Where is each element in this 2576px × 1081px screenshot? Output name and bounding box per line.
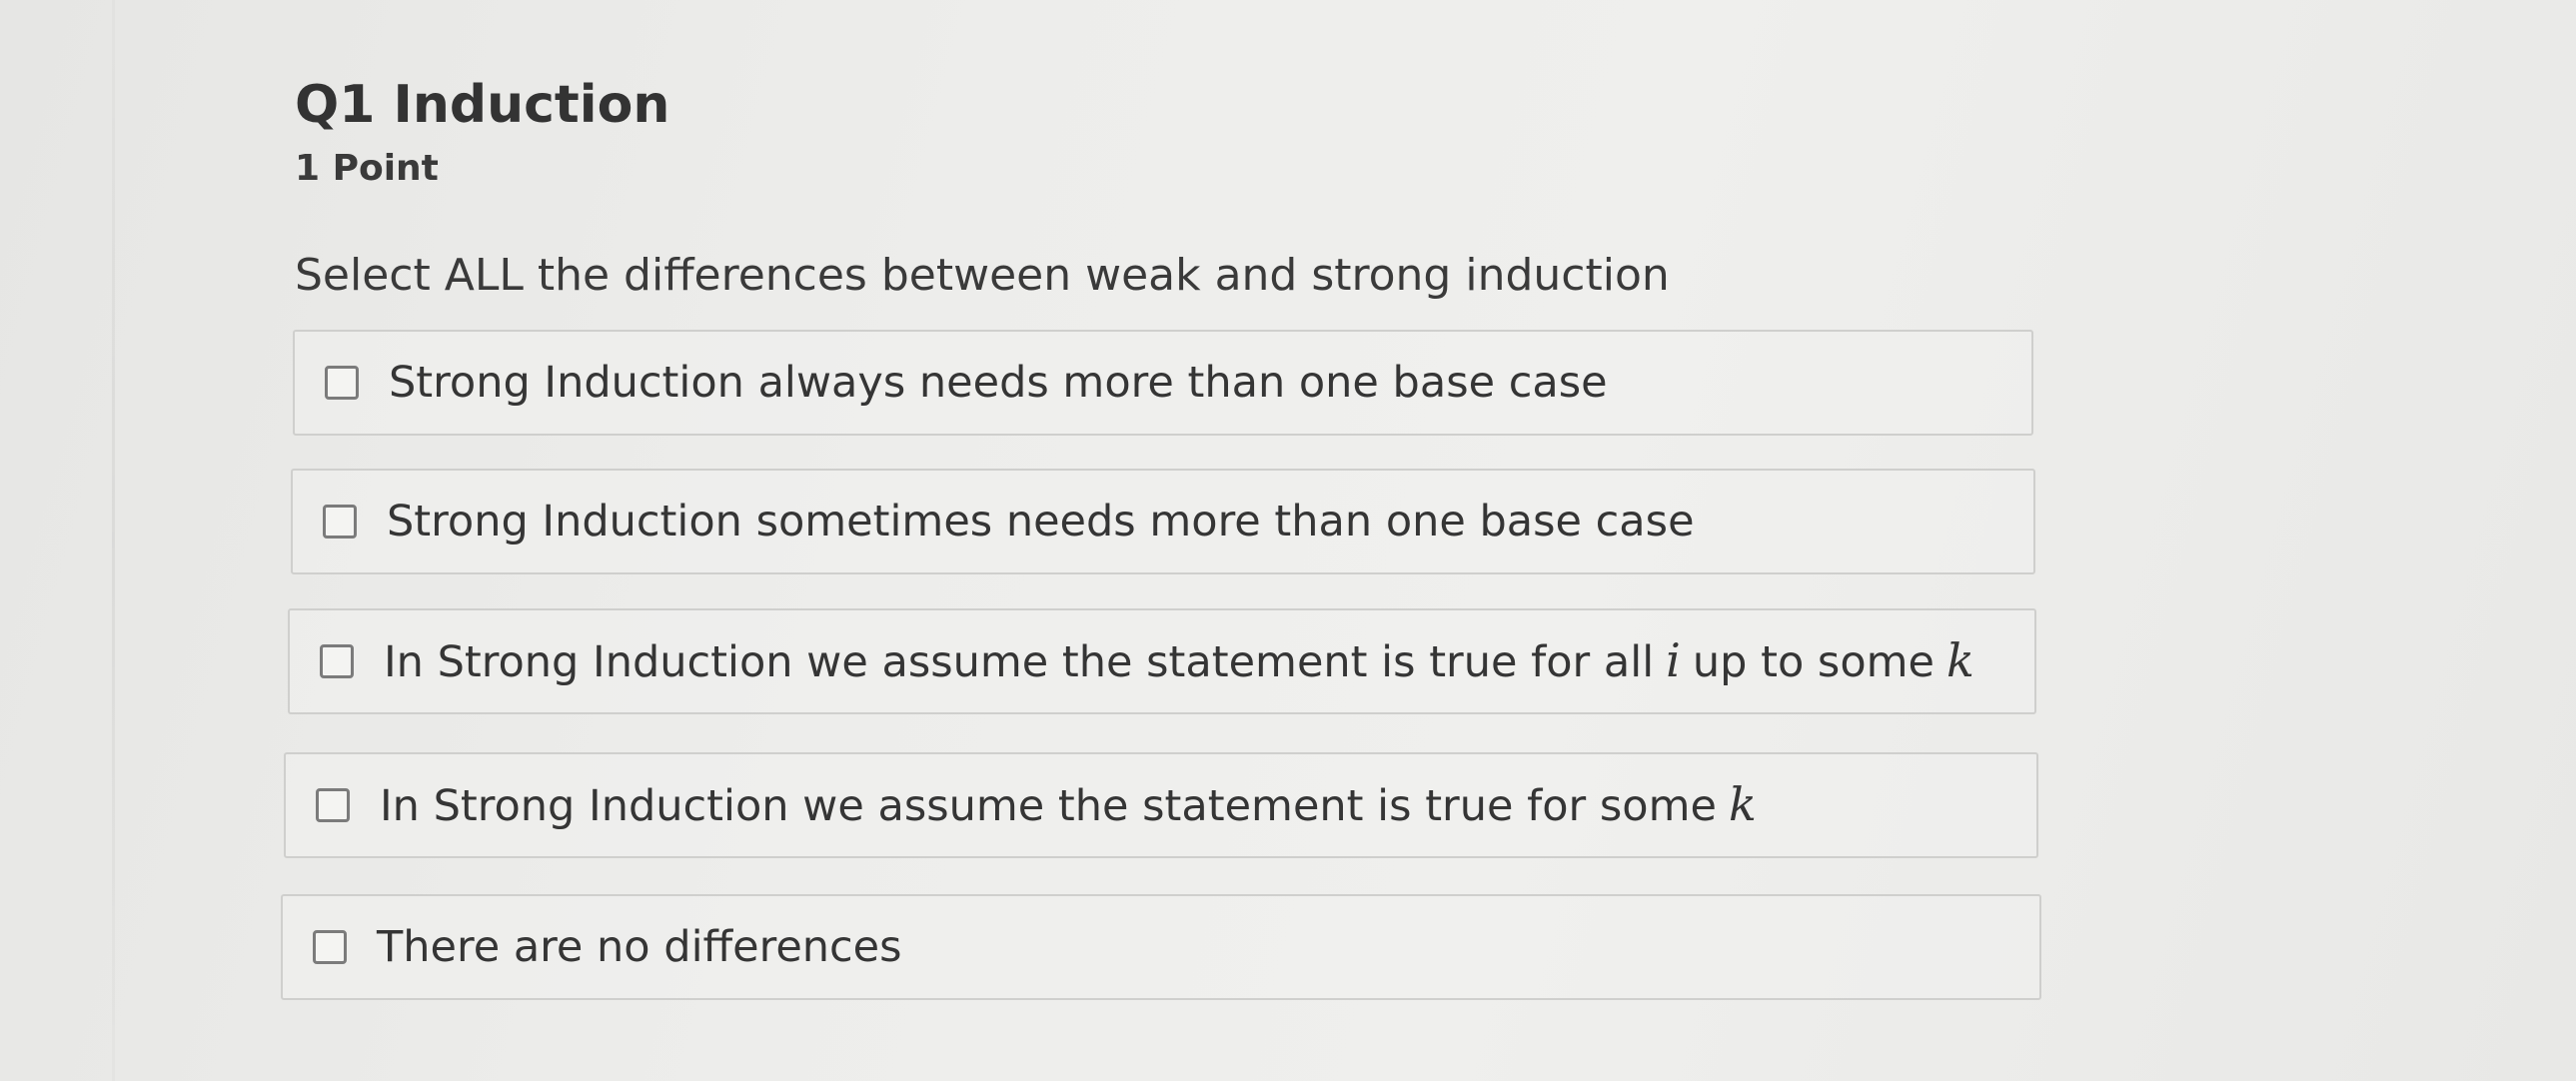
answer-option-4[interactable]: In Strong Induction we assume the statem… xyxy=(284,752,2038,858)
option-4-text-before: In Strong Induction we assume the statem… xyxy=(380,781,1717,831)
option-3-text-before: In Strong Induction we assume the statem… xyxy=(384,637,1655,687)
checkbox-option-1[interactable] xyxy=(325,366,359,400)
option-2-label: Strong Induction sometimes needs more th… xyxy=(387,497,1695,546)
answer-option-5[interactable]: There are no differences xyxy=(281,894,2041,1000)
question-title: Q1 Induction xyxy=(295,75,670,135)
option-3-text-middle: up to some xyxy=(1692,637,1934,687)
math-variable-k: k xyxy=(1945,633,1974,687)
checkbox-option-5[interactable] xyxy=(313,930,347,964)
answer-option-3[interactable]: In Strong Induction we assume the statem… xyxy=(288,608,2036,714)
question-prompt: Select ALL the differences between weak … xyxy=(295,250,1670,301)
answer-option-2[interactable]: Strong Induction sometimes needs more th… xyxy=(291,469,2035,574)
checkbox-option-4[interactable] xyxy=(316,788,350,822)
checkbox-option-3[interactable] xyxy=(320,644,354,678)
math-variable-i: i xyxy=(1666,633,1681,687)
page-edge xyxy=(112,0,115,1081)
option-5-label: There are no differences xyxy=(377,922,902,972)
answer-option-1[interactable]: Strong Induction always needs more than … xyxy=(293,330,2033,436)
option-1-label: Strong Induction always needs more than … xyxy=(389,358,1608,408)
option-3-label: In Strong Induction we assume the statem… xyxy=(384,630,1974,692)
option-4-label: In Strong Induction we assume the statem… xyxy=(380,774,1757,836)
question-points: 1 Point xyxy=(295,148,439,189)
question-header: Q1 Induction 1 Point xyxy=(295,70,2053,198)
math-variable-k: k xyxy=(1728,777,1757,831)
checkbox-option-2[interactable] xyxy=(323,505,357,539)
